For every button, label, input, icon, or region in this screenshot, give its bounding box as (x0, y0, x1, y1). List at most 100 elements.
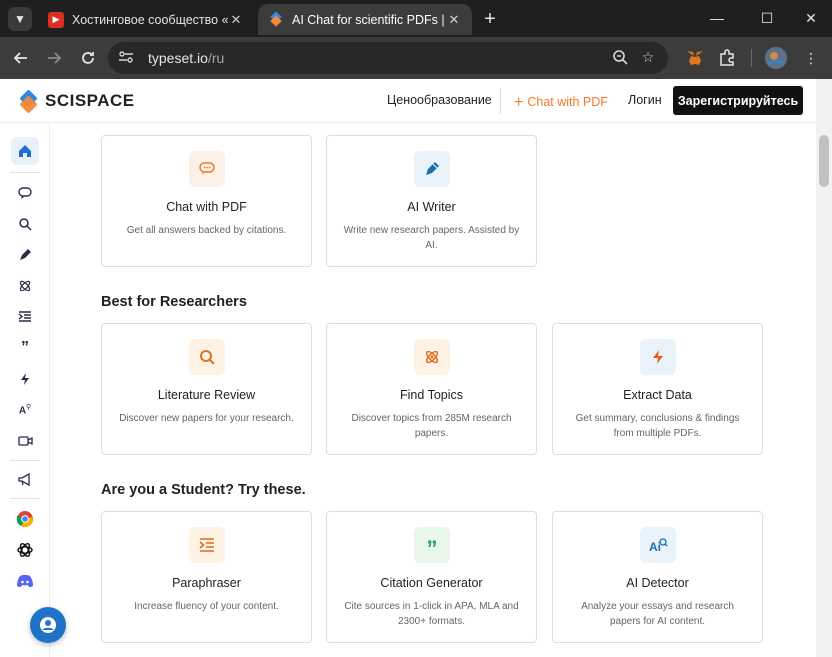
atom-icon (414, 339, 450, 375)
tool-card-ai-detector[interactable]: Ai AI Detector Analyze your essays and r… (552, 511, 763, 643)
sidebar-item-paraphraser[interactable] (11, 303, 39, 331)
sidebar-item-search[interactable] (11, 210, 39, 238)
chrome-icon (16, 511, 33, 527)
main-content: Chat with PDF Get all answers backed by … (51, 124, 816, 657)
site-settings-icon[interactable] (118, 50, 138, 67)
scispace-logo-icon (18, 89, 38, 114)
sidebar-item-extract[interactable] (11, 365, 39, 393)
quote-icon: ” (414, 527, 450, 563)
bolt-icon (640, 339, 676, 375)
card-title: Extract Data (623, 388, 692, 402)
sidebar-item-topics[interactable] (11, 272, 39, 300)
sidebar-item-video[interactable] (11, 427, 39, 455)
url-text: typeset.io/ru (148, 50, 224, 66)
tool-card-paraphraser[interactable]: Paraphraser Increase fluency of your con… (101, 511, 312, 643)
sidebar-item-writer[interactable] (11, 241, 39, 269)
header-divider (500, 88, 501, 114)
ai-detector-icon: Ai (640, 527, 676, 563)
tool-card-ai-writer[interactable]: AI Writer Write new research papers. Ass… (326, 135, 537, 267)
tool-card-find-topics[interactable]: Find Topics Discover topics from 285M re… (326, 323, 537, 455)
tab-strip: ▼ ▶ Хостинговое сообщество «Tim ✕ AI Cha… (0, 0, 832, 37)
video-icon (17, 436, 33, 446)
card-title: AI Detector (626, 576, 689, 590)
sidebar-item-chat[interactable] (11, 179, 39, 207)
url-path: /ru (207, 50, 225, 66)
reload-button[interactable] (76, 46, 100, 70)
chevron-down-icon: ▼ (14, 12, 26, 26)
close-icon[interactable]: ✕ (446, 12, 462, 28)
card-title: Find Topics (400, 388, 463, 402)
scispace-logo[interactable]: SCISPACE (18, 89, 135, 114)
bolt-icon (21, 373, 29, 385)
tab-search-button[interactable]: ▼ (8, 7, 32, 31)
indent-icon (18, 311, 31, 322)
pen-icon (20, 249, 31, 260)
pen-icon (414, 151, 450, 187)
card-title: AI Writer (407, 200, 456, 214)
section-title-students: Are you a Student? Try these. (101, 482, 306, 498)
sidebar: ” A⚲ (0, 124, 50, 657)
sidebar-item-ai-detector[interactable]: A⚲ (11, 396, 39, 424)
site-header: SCISPACE Ценообразование + Chat with PDF … (0, 79, 816, 123)
sidebar-item-chrome[interactable] (11, 505, 39, 533)
logo-text: SCISPACE (45, 91, 135, 110)
card-description: Write new research papers. Assisted by A… (343, 225, 520, 251)
card-title: Paraphraser (172, 576, 241, 590)
forward-button[interactable] (42, 46, 66, 70)
kebab-menu-icon[interactable]: ⋮ (800, 47, 822, 69)
tab-scispace[interactable]: AI Chat for scientific PDFs | SciS ✕ (258, 4, 472, 35)
nav-login-link[interactable]: Логин (628, 93, 662, 107)
back-button[interactable] (9, 46, 33, 70)
sidebar-item-discord[interactable] (11, 567, 39, 595)
indent-icon (189, 527, 225, 563)
tool-card-literature-review[interactable]: Literature Review Discover new papers fo… (101, 323, 312, 455)
section-title-researchers: Best for Researchers (101, 294, 247, 310)
card-description: Get summary, conclusions & findings from… (575, 413, 740, 439)
close-window-button[interactable]: ✕ (798, 6, 824, 30)
maximize-button[interactable]: ☐ (754, 6, 780, 30)
minimize-button[interactable]: — (704, 6, 730, 30)
signup-button[interactable]: Зарегистрируйтесь (673, 86, 803, 115)
extensions-puzzle-icon[interactable] (716, 47, 738, 69)
search-doc-icon (19, 218, 32, 231)
chat-icon (18, 187, 32, 199)
sidebar-item-openai[interactable] (11, 536, 39, 564)
sidebar-item-citation[interactable]: ” (11, 334, 39, 362)
megaphone-icon (17, 472, 30, 486)
metamask-extension-icon[interactable] (684, 47, 706, 69)
tool-card-citation-generator[interactable]: ” Citation Generator Cite sources in 1-c… (326, 511, 537, 643)
scrollbar-thumb[interactable] (819, 135, 829, 187)
toolbar-divider (751, 49, 752, 67)
sidebar-divider (10, 498, 40, 499)
tab-title: AI Chat for scientific PDFs | SciS (292, 12, 446, 27)
nav-chat-pdf-link[interactable]: + Chat with PDF (514, 93, 608, 111)
sidebar-item-announcements[interactable] (11, 465, 39, 493)
zoom-icon[interactable] (610, 49, 630, 67)
address-bar[interactable]: typeset.io/ru ☆ (108, 42, 668, 74)
profile-avatar[interactable] (765, 47, 787, 69)
card-description: Increase fluency of your content. (134, 601, 279, 612)
sidebar-item-home[interactable] (11, 137, 39, 165)
scispace-favicon-icon (268, 11, 284, 28)
timeweb-favicon-icon: ▶ (48, 11, 64, 28)
card-description: Analyze your essays and research papers … (581, 601, 734, 627)
browser-toolbar: typeset.io/ru ☆ ⋮ (0, 37, 832, 79)
sidebar-divider (10, 460, 40, 461)
page-scrollbar[interactable] (816, 79, 832, 657)
tool-card-chat-pdf[interactable]: Chat with PDF Get all answers backed by … (101, 135, 312, 267)
card-description: Discover topics from 285M research paper… (351, 413, 512, 439)
bookmark-star-icon[interactable]: ☆ (638, 49, 658, 67)
search-icon (189, 339, 225, 375)
close-icon[interactable]: ✕ (228, 12, 244, 28)
tool-card-extract-data[interactable]: Extract Data Get summary, conclusions & … (552, 323, 763, 455)
tab-timeweb[interactable]: ▶ Хостинговое сообщество «Tim ✕ (38, 4, 254, 35)
sidebar-divider (10, 172, 40, 173)
home-icon (19, 145, 31, 157)
new-tab-button[interactable]: + (478, 7, 502, 31)
ai-detector-icon: A⚲ (18, 404, 32, 417)
nav-chat-pdf-label: Chat with PDF (527, 95, 608, 109)
web-page: SCISPACE Ценообразование + Chat with PDF … (0, 79, 832, 657)
nav-pricing-link[interactable]: Ценообразование (387, 93, 492, 107)
card-description: Get all answers backed by citations. (126, 225, 287, 236)
card-description: Discover new papers for your research. (119, 413, 294, 424)
